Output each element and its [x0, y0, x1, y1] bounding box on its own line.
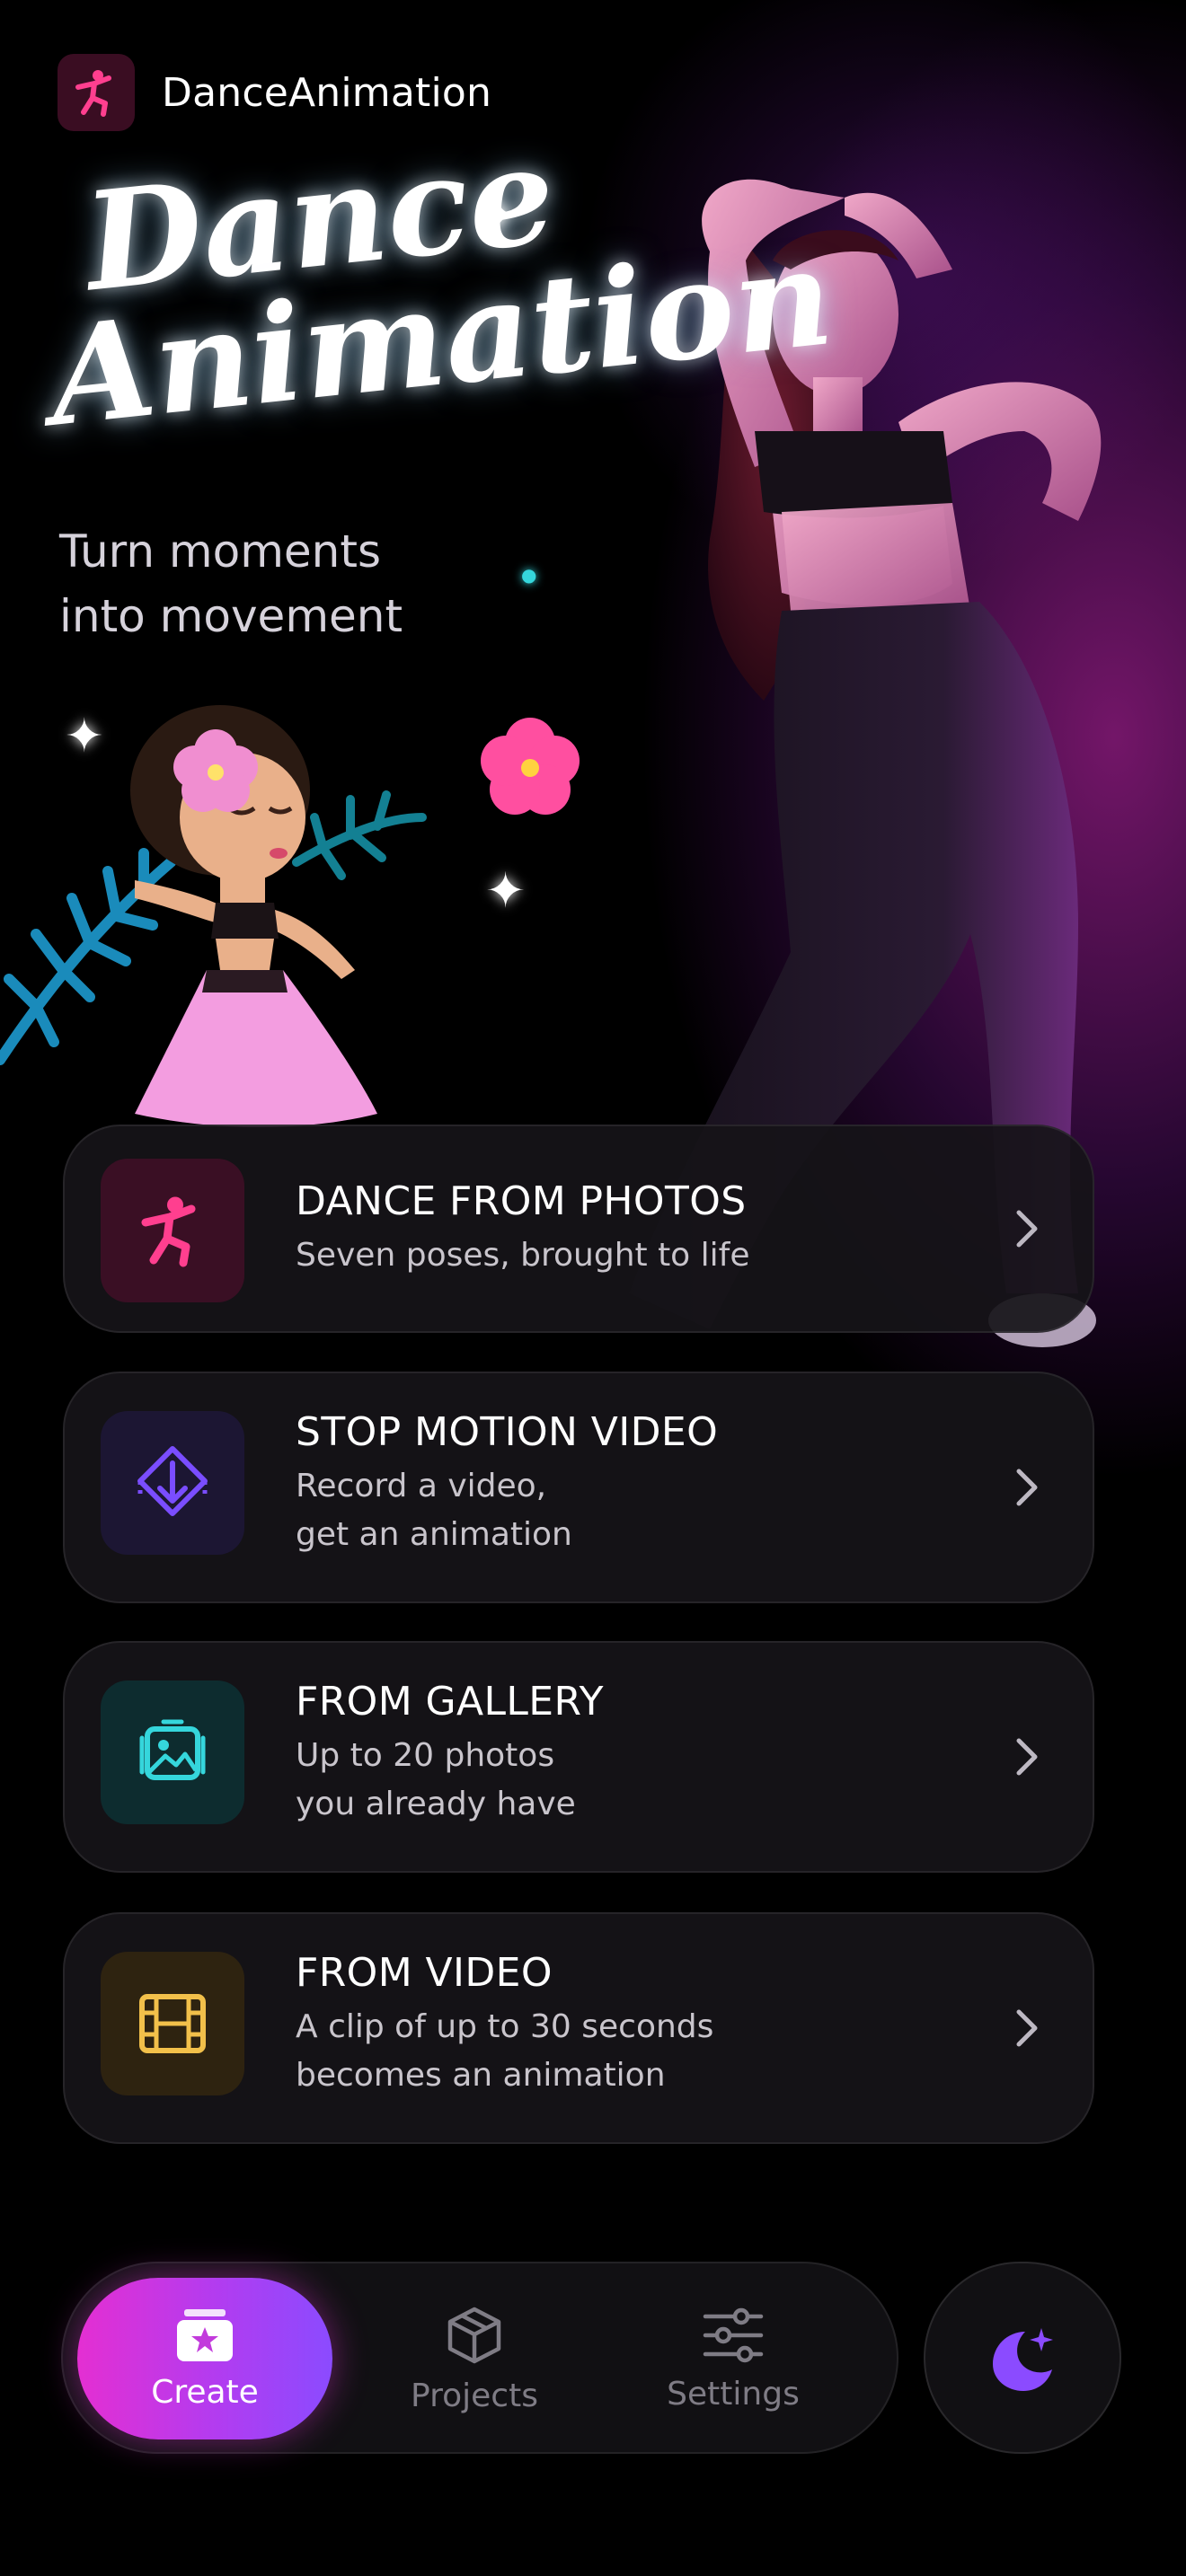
card-icon-tile [101, 1681, 244, 1824]
tab-label: Projects [411, 2377, 538, 2414]
theme-toggle-button[interactable] [924, 2262, 1121, 2454]
card-subtitle-line: A clip of up to 30 seconds [296, 2008, 714, 2045]
chevron-right-icon [1016, 2009, 1038, 2047]
app-header: DanceAnimation [58, 54, 491, 131]
chevron-right-icon [1016, 1738, 1038, 1776]
card-subtitle: A clip of up to 30 seconds becomes an an… [296, 2003, 713, 2100]
app-logo [58, 54, 135, 131]
card-title: FROM VIDEO [296, 1950, 553, 1996]
tab-projects[interactable]: Projects [347, 2278, 602, 2439]
sparkle-icon: ✦ [474, 185, 518, 246]
card-icon-tile [101, 1159, 244, 1302]
card-subtitle-line: becomes an animation [296, 2057, 666, 2094]
hero-subtitle-line-1: Turn moments [59, 525, 382, 578]
card-subtitle: Up to 20 photos you already have [296, 1732, 604, 1829]
chevron-right-icon [1016, 1469, 1038, 1506]
tab-label: Settings [667, 2375, 800, 2413]
dancer-icon [141, 1196, 196, 1267]
card-text: DANCE FROM PHOTOS Seven poses, brought t… [296, 1178, 749, 1280]
card-text: FROM GALLERY Up to 20 photos you already… [296, 1679, 604, 1829]
hibiscus-flower-icon [481, 718, 580, 815]
app-name: DanceAnimation [162, 69, 492, 116]
tab-settings[interactable]: Settings [606, 2278, 861, 2439]
card-text: STOP MOTION VIDEO Record a video, get an… [296, 1409, 718, 1559]
gallery-icon [139, 1719, 206, 1780]
card-subtitle-line: Seven poses, brought to life [296, 1237, 750, 1274]
chevron-right-icon [1016, 1210, 1038, 1248]
hero-title: Dance Animation [42, 116, 839, 457]
card-subtitle: Record a video, get an animation [296, 1462, 718, 1559]
hero-subtitle: Turn moments into movement [59, 519, 509, 648]
from-gallery-card[interactable]: FROM GALLERY Up to 20 photos you already… [63, 1641, 1094, 1873]
card-title: STOP MOTION VIDEO [296, 1409, 719, 1455]
card-subtitle-line: Record a video, [296, 1468, 547, 1504]
film-icon [139, 1994, 206, 2053]
home-screen: DanceAnimation Dance Animation Turn mome… [0, 0, 1186, 2576]
card-title: FROM GALLERY [296, 1679, 604, 1725]
tab-create[interactable]: Create [77, 2278, 332, 2439]
dancer-icon [75, 70, 111, 117]
cartoon-dancer-illustration [0, 705, 580, 1127]
card-subtitle-line: you already have [296, 1786, 576, 1822]
from-video-card[interactable]: FROM VIDEO A clip of up to 30 seconds be… [63, 1912, 1094, 2144]
card-subtitle: Seven poses, brought to life [296, 1231, 749, 1280]
tab-label: Create [151, 2373, 259, 2411]
tab-bar: Create Projects Settings [61, 2262, 898, 2454]
dance-from-photos-card[interactable]: DANCE FROM PHOTOS Seven poses, brought t… [63, 1125, 1094, 1333]
stop-motion-video-card[interactable]: STOP MOTION VIDEO Record a video, get an… [63, 1372, 1094, 1603]
box-icon [447, 2307, 501, 2363]
card-subtitle-line: get an animation [296, 1516, 572, 1553]
create-star-icon [177, 2308, 233, 2361]
card-subtitle-line: Up to 20 photos [296, 1737, 555, 1774]
card-icon-tile [101, 1952, 244, 2095]
moon-sparkle-icon [993, 2328, 1053, 2391]
card-title: DANCE FROM PHOTOS [296, 1178, 747, 1224]
hero-subtitle-line-2: into movement [59, 590, 403, 642]
card-icon-tile [101, 1411, 244, 1555]
card-text: FROM VIDEO A clip of up to 30 seconds be… [296, 1950, 713, 2100]
motion-diamond-icon [137, 1446, 208, 1516]
sparkle-icon: ● [521, 564, 537, 586]
sliders-icon [703, 2307, 764, 2362]
